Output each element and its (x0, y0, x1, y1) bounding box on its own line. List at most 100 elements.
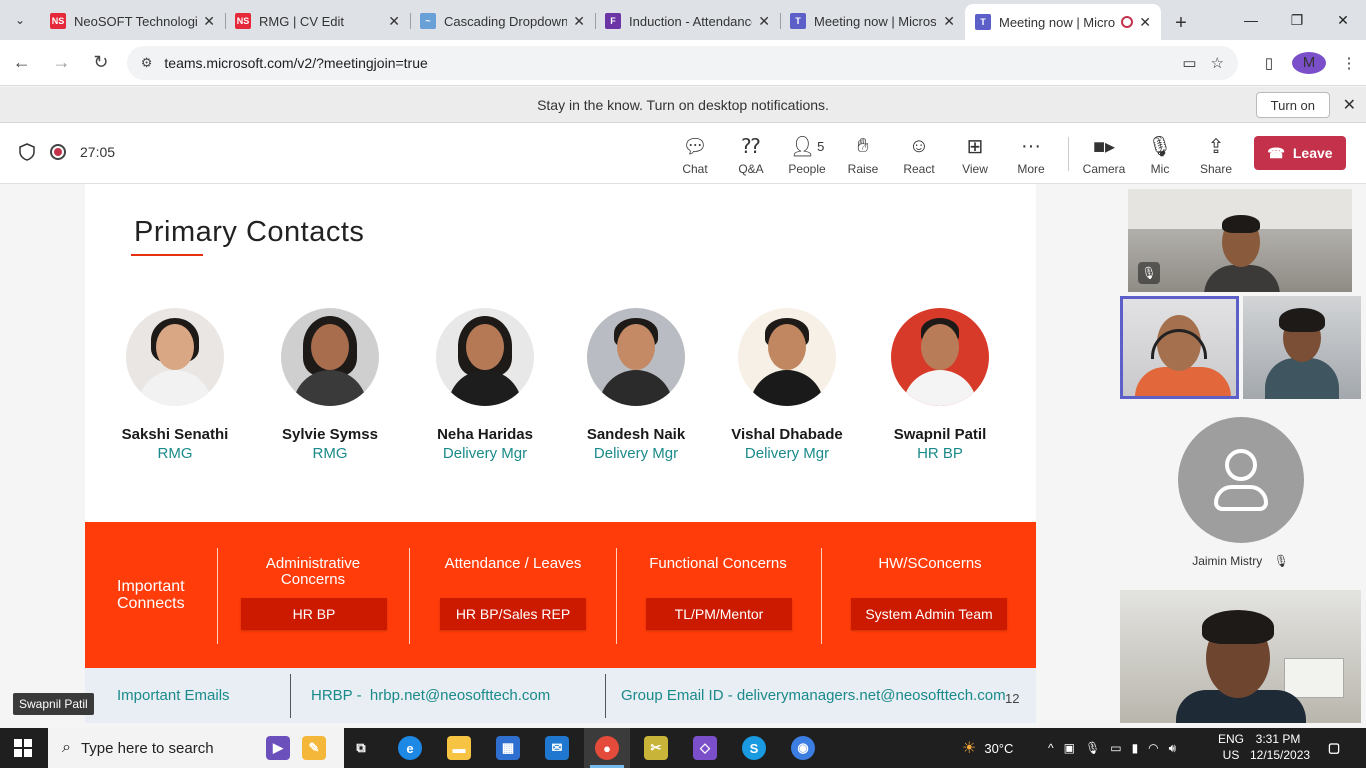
close-notification-icon[interactable]: ✕ (1343, 95, 1356, 115)
mic-button[interactable]: 🎙︎ Mic (1132, 133, 1188, 177)
contact-card: Sakshi Senathi RMG (100, 308, 250, 462)
shield-icon[interactable] (18, 143, 36, 161)
participant-avatar-tile[interactable]: Jaimin Mistry 🎙︎ (1120, 408, 1361, 583)
react-icon: ☺ (908, 134, 930, 157)
browser-tab[interactable]: NS RMG | CV Edit ✕ (225, 4, 410, 38)
contact-role: Delivery Mgr (744, 445, 830, 462)
system-clock[interactable]: 3:31 PM 12/15/2023 (1250, 731, 1310, 763)
qa-button[interactable]: ⁇ Q&A (723, 133, 779, 177)
edge-icon[interactable]: e (398, 736, 422, 760)
side-panel-icon[interactable]: ▯ (1252, 54, 1286, 72)
contact-name: Neha Haridas (437, 426, 533, 443)
camera-label: Camera (1082, 162, 1126, 176)
wifi-icon[interactable]: ◠ (1148, 741, 1158, 755)
contact-name: Sakshi Senathi (121, 426, 229, 443)
bookmark-star-icon[interactable]: ☆ (1211, 54, 1224, 72)
contact-name: Vishal Dhabade (731, 426, 843, 443)
react-button[interactable]: ☺ React (891, 133, 947, 177)
url-field[interactable]: ⚙ teams.microsoft.com/v2/?meetingjoin=tr… (126, 45, 1238, 80)
camera-in-use-icon[interactable]: ▭ (1182, 54, 1196, 72)
screen-icon[interactable]: ▭ (1110, 741, 1121, 755)
chat-button[interactable]: 💬︎ Chat (667, 133, 723, 177)
participant-video-tile-speaking[interactable] (1120, 296, 1239, 399)
close-tab-icon[interactable]: ✕ (1139, 14, 1151, 31)
connects-divider (409, 548, 410, 644)
battery-icon[interactable]: ▮ (1132, 741, 1139, 755)
more-button[interactable]: ··· More (1003, 133, 1059, 177)
browser-tab[interactable]: T Meeting now | Microsoft Teams ✕ (780, 4, 965, 38)
mail-icon[interactable]: ✉ (545, 736, 569, 760)
remote-app-icon[interactable]: ◉ (791, 736, 815, 760)
participant-video-tile[interactable]: 🎙︎ (1128, 189, 1352, 292)
page-favicon-icon: ~ (420, 13, 436, 29)
task-view-icon[interactable]: ⧉ (349, 736, 373, 760)
tab-search-dropdown-icon[interactable]: ⌄ (0, 0, 40, 40)
microphone-icon[interactable]: 🎙︎ (1085, 741, 1100, 755)
browser-tab-active[interactable]: T Meeting now | Microsoft Teams ✕ (965, 4, 1161, 40)
meet-now-icon[interactable]: ▣ (1064, 741, 1075, 755)
forward-icon[interactable]: → (44, 45, 80, 81)
taskbar-search-input[interactable]: ⌕ Type here to search (48, 728, 344, 768)
connects-divider (616, 548, 617, 644)
contact-card: Swapnil Patil HR BP (865, 308, 1015, 462)
title-underline (131, 254, 203, 256)
chat-label: Chat (682, 162, 708, 176)
browser-tab[interactable]: ~ Cascading Dropdown ✕ (410, 4, 595, 38)
emails-label: Important Emails (117, 687, 230, 704)
neosoft-favicon-icon: NS (235, 13, 251, 29)
close-tab-icon[interactable]: ✕ (758, 13, 770, 30)
chrome-icon[interactable]: ● (595, 736, 619, 760)
tray-chevron-icon[interactable]: ^ (1048, 741, 1054, 755)
restore-icon[interactable]: ❐ (1274, 0, 1320, 40)
important-emails-band: Important Emails HRBP - hrbp.net@neosoft… (85, 668, 1036, 723)
people-button[interactable]: 👤︎ 5 People (779, 133, 835, 177)
participant-video-tile[interactable] (1243, 296, 1361, 399)
notes-app-icon[interactable]: ✎ (302, 736, 326, 760)
close-tab-icon[interactable]: ✕ (573, 13, 585, 30)
close-tab-icon[interactable]: ✕ (388, 13, 400, 30)
minimize-icon[interactable]: — (1228, 0, 1274, 40)
connect-heading: HW/SConcerns (878, 555, 982, 572)
mic-off-icon: 🎙︎ (1273, 554, 1289, 568)
people-count: 5 (817, 138, 825, 154)
chat-icon: 💬︎ (682, 135, 708, 158)
tab-title: Induction - Attendance (629, 13, 753, 29)
profile-avatar[interactable]: M (1291, 51, 1326, 74)
turn-on-notifications-button[interactable]: Turn on (1255, 92, 1330, 118)
contact-name: Swapnil Patil (893, 426, 987, 443)
view-button[interactable]: ⊞ View (947, 133, 1003, 177)
reload-icon[interactable]: ↻ (83, 45, 119, 81)
raise-hand-button[interactable]: ✋︎ Raise (835, 133, 891, 177)
leave-button[interactable]: ☎︎ Leave (1254, 136, 1346, 170)
close-tab-icon[interactable]: ✕ (943, 13, 955, 30)
window-controls: — ❐ ✕ (1228, 0, 1366, 40)
close-window-icon[interactable]: ✕ (1320, 0, 1366, 40)
browser-tab[interactable]: NS NeoSOFT Technologies ✕ (40, 4, 225, 38)
visual-studio-icon[interactable]: ◇ (693, 736, 717, 760)
site-settings-icon[interactable]: ⚙ (141, 55, 153, 71)
back-icon[interactable]: ← (4, 45, 40, 81)
new-tab-button[interactable]: + (1161, 6, 1201, 40)
close-tab-icon[interactable]: ✕ (203, 13, 215, 30)
weather-widget[interactable]: ☀ 30°C (962, 728, 1013, 768)
windows-start-icon[interactable] (14, 739, 32, 757)
browser-tab[interactable]: F Induction - Attendance ✕ (595, 4, 780, 38)
browser-menu-icon[interactable]: ⋮ (1332, 54, 1366, 72)
skype-icon[interactable]: S (742, 736, 766, 760)
snipping-tool-icon[interactable]: ✂ (644, 736, 668, 760)
share-button[interactable]: ⇪ Share (1188, 133, 1244, 177)
language-indicator[interactable]: ENG US (1218, 731, 1244, 763)
weather-icon: ☀ (962, 740, 977, 757)
camera-button[interactable]: ■▸ Camera (1076, 133, 1132, 177)
volume-icon[interactable]: 🔊︎ (1169, 741, 1177, 756)
file-explorer-icon[interactable]: ▬ (447, 736, 471, 760)
url-text: teams.microsoft.com/v2/?meetingjoin=true (164, 54, 428, 71)
store-icon[interactable]: ▦ (496, 736, 520, 760)
qa-label: Q&A (738, 162, 764, 176)
teams-favicon-icon: T (975, 14, 991, 30)
connect-heading: Attendance / Leaves (444, 555, 582, 572)
media-app-icon[interactable]: ▶ (266, 736, 290, 760)
presenter-name-tag: Swapnil Patil (13, 693, 94, 715)
participant-video-tile[interactable] (1120, 590, 1361, 723)
notifications-icon[interactable]: ▢ (1322, 736, 1346, 760)
